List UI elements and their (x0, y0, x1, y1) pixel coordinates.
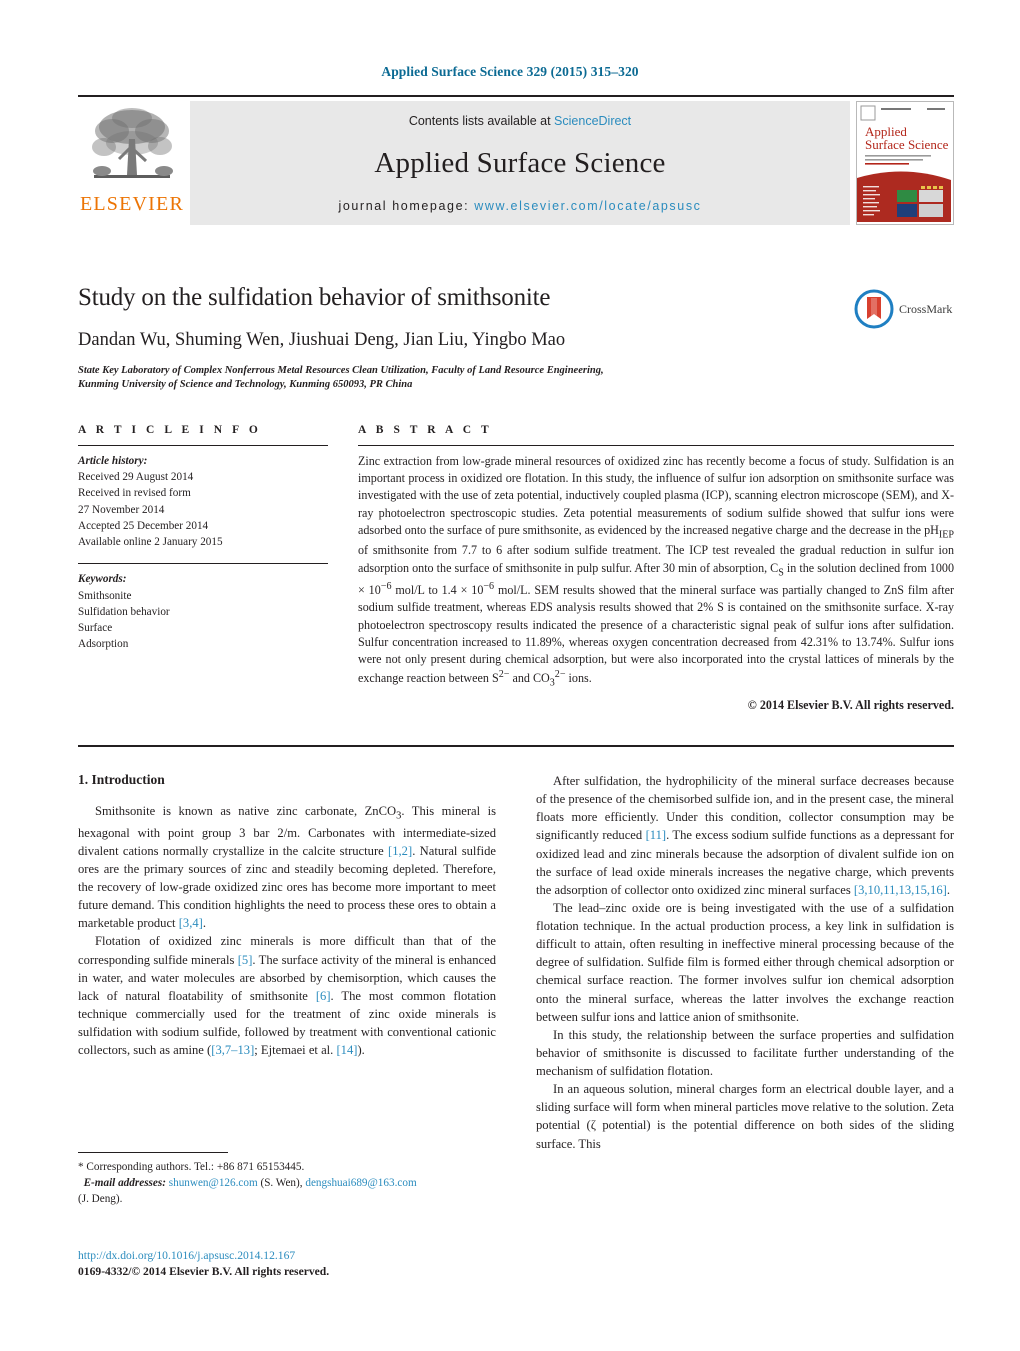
history-item: Received 29 August 2014 (78, 471, 194, 484)
author-names: Dandan Wu, Shuming Wen, Jiushuai Deng, J… (78, 329, 566, 350)
abstract-exp-2: −6 (483, 581, 495, 593)
history-item: 27 November 2014 (78, 503, 165, 516)
journal-title: Applied Surface Science (374, 147, 666, 179)
crossmark-badge[interactable]: CrossMark (854, 286, 958, 332)
email-owner-wen: (S. Wen), (260, 1176, 303, 1189)
journal-homepage-line: journal homepage: www.elsevier.com/locat… (190, 199, 850, 213)
article-history: Article history: Received 29 August 2014… (78, 453, 328, 550)
abstract-seg-5: mol/L. SEM results showed that the miner… (358, 583, 954, 686)
abstract-rule-top (358, 445, 954, 446)
keywords-label: Keywords: (78, 573, 127, 586)
abstract-column: A B S T R A C T Zinc extraction from low… (358, 424, 954, 713)
citation-link[interactable]: [5] (238, 953, 253, 967)
abstract-seg-4: mol/L to 1.4 × 10 (391, 583, 484, 598)
para-seg: . (946, 882, 950, 897)
paragraph: In this study, the relationship between … (536, 1027, 954, 1078)
body-divider (78, 745, 954, 747)
author-list: Dandan Wu, Shuming Wen, Jiushuai Deng, J… (78, 329, 848, 351)
abstract-iep-subscript: IEP (938, 529, 954, 541)
abstract-heading: A B S T R A C T (358, 424, 493, 436)
journal-homepage-link[interactable]: www.elsevier.com/locate/apsusc (474, 199, 701, 213)
affiliation: State Key Laboratory of Complex Nonferro… (78, 364, 678, 392)
journal-panel: Contents lists available at ScienceDirec… (190, 101, 850, 225)
history-item: Available online 2 January 2015 (78, 536, 223, 549)
email-link-deng[interactable]: dengshuai689@163.com (305, 1177, 416, 1189)
paragraph: After sulfidation, the hydrophilicity of… (536, 772, 954, 899)
paragraph: The lead–zinc oxide ore is being investi… (536, 900, 954, 1024)
footnote-text: * Corresponding authors. Tel.: +86 871 6… (78, 1160, 496, 1208)
email-label: E-mail addresses: (83, 1176, 166, 1189)
paragraph: Flotation of oxidized zinc minerals is m… (78, 932, 496, 1059)
elsevier-wordmark: ELSEVIER (79, 193, 185, 215)
citation-link[interactable]: [6] (316, 989, 331, 1003)
sciencedirect-link[interactable]: ScienceDirect (554, 114, 631, 128)
citation-link[interactable]: [3,7–13] (211, 1043, 254, 1057)
keyword-item: Sulfidation behavior (78, 605, 170, 618)
abstract-sulfide-charge: 2− (498, 669, 510, 681)
article-info-rule-top (78, 445, 328, 446)
paper-page: Applied Surface Science 329 (2015) 315–3… (0, 0, 1020, 1351)
info-abstract-row: A R T I C L E I N F O Article history: R… (78, 424, 954, 713)
para-seg: ). (357, 1043, 365, 1058)
keyword-item: Smithsonite (78, 589, 132, 602)
keywords-list: Keywords: Smithsonite Sulfidation behavi… (78, 571, 328, 652)
email-line: E-mail addresses: shunwen@126.com (S. We… (78, 1176, 496, 1192)
email-link-wen[interactable]: shunwen@126.com (169, 1177, 258, 1189)
crossmark-icon (854, 289, 894, 329)
article-info-column: A R T I C L E I N F O Article history: R… (78, 424, 328, 713)
history-item: Received in revised form (78, 487, 191, 500)
abstract-copyright: © 2014 Elsevier B.V. All rights reserved… (747, 697, 954, 712)
body-columns: 1. Introduction Smithsonite is known as … (78, 772, 954, 1153)
doi-link[interactable]: http://dx.doi.org/10.1016/j.apsusc.2014.… (78, 1248, 508, 1264)
abstract-exp-1: −6 (380, 581, 392, 593)
section-heading-introduction: 1. Introduction (78, 772, 165, 787)
keyword-item: Surface (78, 622, 113, 635)
journal-masthead: ELSEVIER Contents lists available at Sci… (78, 95, 954, 225)
abstract-seg-1: Zinc extraction from low-grade mineral r… (358, 454, 954, 537)
abstract-seg-6: and CO (509, 671, 550, 686)
journal-cover-thumbnail: Applied Surface Science (856, 101, 954, 225)
column-gap (328, 424, 358, 713)
para-seg: Smithsonite is known as native zinc carb… (95, 804, 397, 818)
article-info-heading: A R T I C L E I N F O (78, 424, 262, 436)
svg-text:Surface Science: Surface Science (865, 137, 949, 152)
article-info-rule-mid (78, 563, 328, 565)
keyword-item: Adsorption (78, 638, 129, 651)
para-seg: . (202, 916, 207, 931)
citation-link[interactable]: [1,2] (388, 844, 412, 858)
citation-link[interactable]: [11] (646, 828, 667, 842)
issn-copyright: 0169-4332/© 2014 Elsevier B.V. All right… (78, 1265, 330, 1279)
body-column-gap (496, 772, 536, 1153)
homepage-prefix: journal homepage: (338, 199, 475, 213)
imprint-block: http://dx.doi.org/10.1016/j.apsusc.2014.… (78, 1248, 508, 1280)
body-column-left: 1. Introduction Smithsonite is known as … (78, 772, 496, 1153)
footnote-divider (78, 1152, 228, 1153)
page-title: Study on the sulfidation behavior of smi… (78, 284, 551, 311)
citation-link[interactable]: [14] (336, 1043, 357, 1057)
body-column-right: After sulfidation, the hydrophilicity of… (536, 772, 954, 1153)
contents-list-line: Contents lists available at ScienceDirec… (190, 114, 850, 128)
citation-link[interactable]: [3,10,11,13,15,16] (854, 883, 947, 897)
running-head: Applied Surface Science 329 (2015) 315–3… (381, 64, 639, 79)
crossmark-label: CrossMark (899, 301, 953, 316)
affiliation-line-2: Kunming University of Science and Techno… (78, 379, 413, 391)
title-block: Study on the sulfidation behavior of smi… (78, 284, 848, 392)
corresponding-author-note: * Corresponding authors. Tel.: +86 871 6… (78, 1161, 305, 1173)
abstract-seg-7: ions. (565, 671, 592, 686)
paragraph: Smithsonite is known as native zinc carb… (78, 802, 496, 932)
history-item: Accepted 25 December 2014 (78, 519, 209, 532)
email-owner-deng: (J. Deng). (78, 1192, 123, 1205)
elsevier-logo: ELSEVIER (78, 101, 186, 225)
para-seg: ; Ejtemaei et al. (254, 1043, 337, 1058)
citation-link[interactable]: [3,4] (179, 916, 203, 930)
paragraph: In an aqueous solution, mineral charges … (536, 1082, 954, 1151)
article-history-label: Article history: (78, 455, 148, 467)
footnote-block: * Corresponding authors. Tel.: +86 871 6… (78, 1152, 496, 1208)
abstract-co3-charge: 2− (554, 669, 566, 681)
affiliation-line-1: State Key Laboratory of Complex Nonferro… (78, 364, 604, 376)
contents-prefix: Contents lists available at (408, 114, 555, 128)
abstract-text: Zinc extraction from low-grade mineral r… (358, 453, 954, 691)
elsevier-tree-icon (86, 101, 178, 193)
